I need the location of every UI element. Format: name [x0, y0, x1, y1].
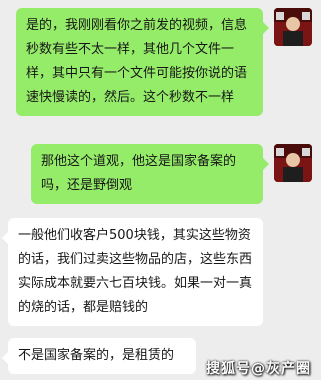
user-avatar[interactable]: [274, 144, 312, 182]
message-bubble-incoming[interactable]: 一般他们收客户500块钱，其实这些物资的话，我们过卖这些物品的店，这些东西实际成…: [2, 218, 263, 326]
watermark: 搜狐号@灰产圈: [206, 361, 311, 377]
user-avatar[interactable]: [274, 8, 312, 46]
message-bubble-outgoing[interactable]: 是的，我刚刚看你之前发的视频，信息秒数有些不太一样，其他几个文件一样，其中只有一…: [16, 8, 269, 116]
avatar-image-icon: [274, 8, 312, 46]
message-text: 不是国家备案的，是租赁的: [18, 348, 175, 363]
message-text: 是的，我刚刚看你之前发的视频，信息秒数有些不太一样，其他几个文件一样，其中只有一…: [26, 18, 248, 105]
message-text: 一般他们收客户500块钱，其实这些物资的话，我们过卖这些物品的店，这些东西实际成…: [18, 228, 253, 315]
avatar-image-icon: [274, 144, 312, 182]
message-bubble-incoming[interactable]: 不是国家备案的，是租赁的: [2, 338, 196, 374]
message-bubble-outgoing[interactable]: 那他这个道观，他这是国家备案的吗，还是野倒观: [31, 144, 269, 204]
message-text: 那他这个道观，他这是国家备案的吗，还是野倒观: [41, 154, 237, 193]
